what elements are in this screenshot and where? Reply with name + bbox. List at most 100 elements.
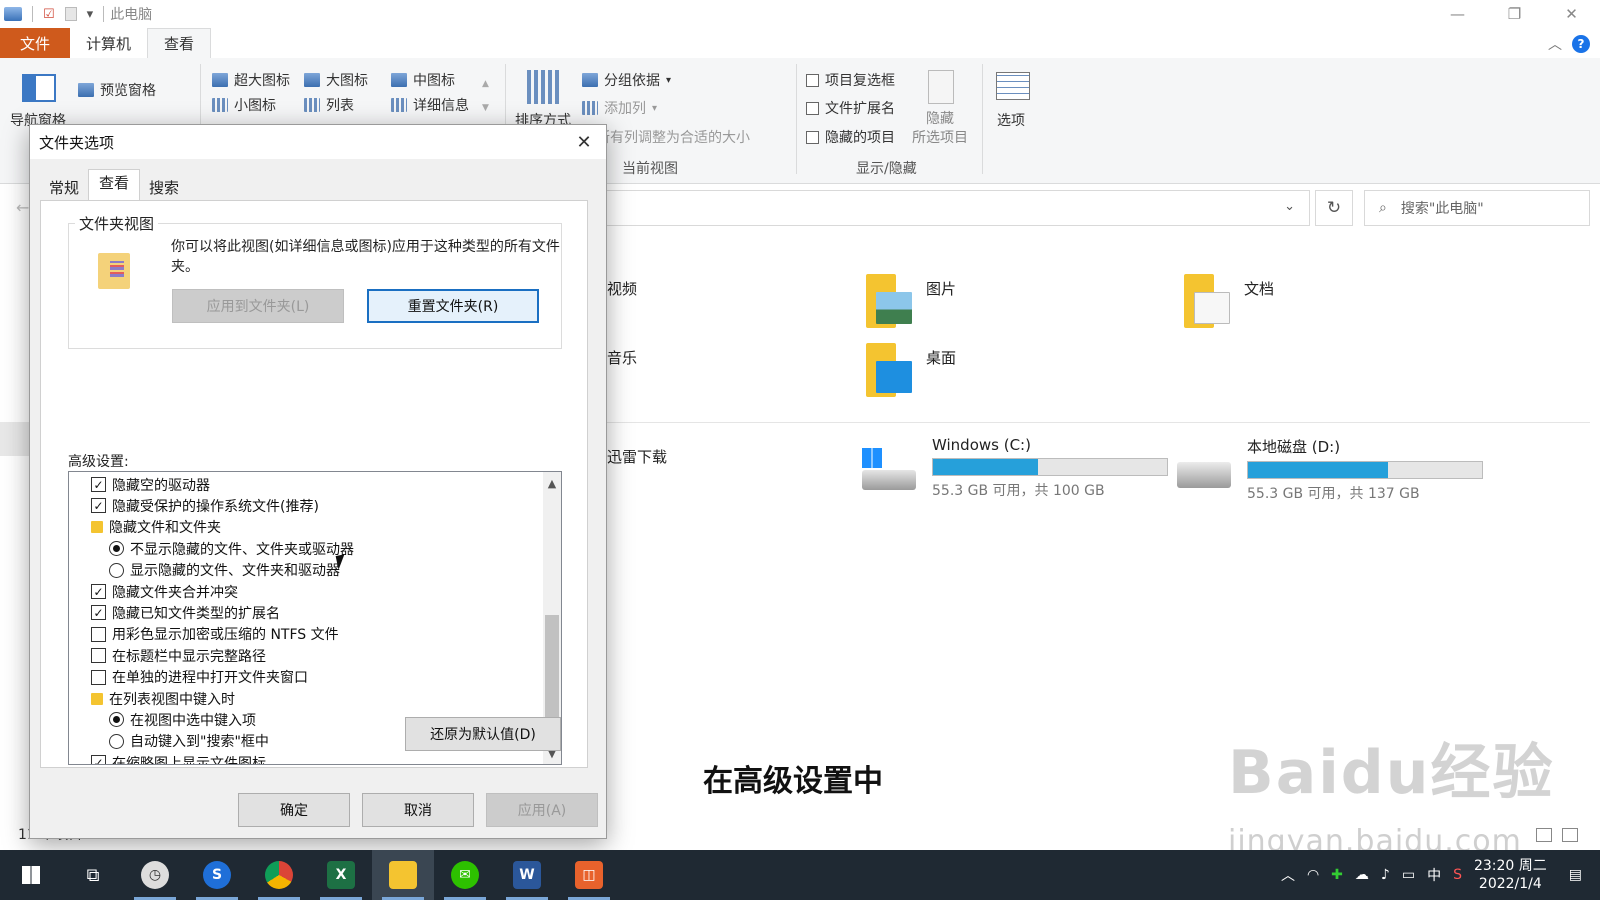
close-button[interactable]: ✕ <box>1543 0 1600 28</box>
drive-c[interactable]: Windows (C:) 55.3 GB 可用，共 100 GB <box>862 436 1168 500</box>
checkbox-checked-icon[interactable]: ✓ <box>91 477 106 492</box>
tab-general[interactable]: 常规 <box>40 172 88 203</box>
tab-search[interactable]: 搜索 <box>140 172 188 203</box>
sort-by-icon[interactable] <box>527 70 561 104</box>
folder-videos[interactable]: 视频 <box>607 278 637 299</box>
taskbar-app-clock[interactable]: ◷ <box>124 850 186 900</box>
options-button[interactable]: 选项 <box>997 110 1025 130</box>
new-folder-icon[interactable] <box>64 7 77 21</box>
network-icon[interactable]: ◠ <box>1307 867 1319 883</box>
hidden-items-toggle[interactable]: 隐藏的项目 <box>806 127 895 147</box>
action-center-icon[interactable]: ▤ <box>1569 867 1582 883</box>
back-icon[interactable]: ← <box>16 198 29 217</box>
layout-medium-icons[interactable]: 中图标 <box>391 70 455 90</box>
layout-scroll-icon[interactable]: ▲ ▼ <box>482 72 489 120</box>
taskbar-app-word[interactable]: W <box>496 850 558 900</box>
advanced-setting-row[interactable]: 用彩色显示加密或压缩的 NTFS 文件 <box>91 624 339 645</box>
radio-unselected-icon[interactable] <box>109 733 124 749</box>
hide-selected-icon[interactable] <box>928 70 954 104</box>
address-bar[interactable]: ⌄ <box>600 190 1310 226</box>
advanced-setting-row[interactable]: 在视图中选中键入项 <box>109 709 256 730</box>
taskbar-app-file-explorer[interactable] <box>372 850 434 900</box>
radio-unselected-icon[interactable] <box>109 562 124 578</box>
layout-list[interactable]: 列表 <box>304 95 354 115</box>
help-icon[interactable]: ? <box>1572 35 1590 53</box>
taskbar-app-photos[interactable]: ◫ <box>558 850 620 900</box>
advanced-setting-row[interactable]: ✓ 隐藏已知文件类型的扩展名 <box>91 602 280 623</box>
checkbox-unchecked-icon[interactable] <box>91 669 106 685</box>
layout-details[interactable]: 详细信息 <box>391 95 469 115</box>
advanced-setting-row[interactable]: ✓ 隐藏受保护的操作系统文件(推荐) <box>91 495 319 516</box>
advanced-setting-row[interactable]: ✓ 隐藏空的驱动器 <box>91 474 210 495</box>
taskbar-app-chrome[interactable] <box>248 850 310 900</box>
advanced-setting-row[interactable]: 在列表视图中键入时 <box>91 688 235 709</box>
add-columns-button[interactable]: 添加列 ▾ <box>582 98 657 118</box>
volume-icon[interactable]: ♪ <box>1381 867 1390 883</box>
advanced-setting-row[interactable]: ✓ 在缩略图上显示文件图标 <box>91 752 266 764</box>
preview-pane-button[interactable]: 预览窗格 <box>78 80 156 100</box>
computer-icon[interactable] <box>4 7 22 21</box>
task-view-button[interactable]: ⧉ <box>62 850 124 900</box>
radio-selected-icon[interactable] <box>109 712 124 728</box>
taskbar-app-wechat[interactable]: ✉ <box>434 850 496 900</box>
advanced-setting-row[interactable]: 显示隐藏的文件、文件夹和驱动器 <box>109 560 340 581</box>
tab-view[interactable]: 查看 <box>147 28 212 58</box>
advanced-setting-row[interactable]: 在标题栏中显示完整路径 <box>91 645 266 666</box>
advanced-setting-row[interactable]: 在单独的进程中打开文件夹窗口 <box>91 667 308 688</box>
clock[interactable]: 23:20 周二 2022/1/4 <box>1474 857 1547 893</box>
restore-button[interactable]: ❐ <box>1486 0 1543 28</box>
item-checkboxes-toggle[interactable]: 项目复选框 <box>806 70 895 90</box>
tray-app-icon[interactable]: ✚ <box>1331 867 1343 883</box>
ime-indicator[interactable]: 中 <box>1427 865 1441 885</box>
collapse-ribbon-icon[interactable]: ︿ <box>1548 34 1562 54</box>
sogou-tray-icon[interactable]: S <box>1453 867 1462 883</box>
checkbox-unchecked-icon[interactable] <box>91 648 106 664</box>
tab-view[interactable]: 查看 <box>88 169 141 203</box>
address-dropdown-icon[interactable]: ⌄ <box>1284 199 1295 214</box>
refresh-button[interactable]: ↻ <box>1315 190 1353 226</box>
options-icon[interactable] <box>996 72 1030 100</box>
folder-pictures[interactable]: 图片 <box>866 274 956 328</box>
checkbox-checked-icon[interactable]: ✓ <box>91 498 106 514</box>
dialog-close-button[interactable]: ✕ <box>570 129 598 155</box>
scrollbar-thumb[interactable] <box>545 615 559 721</box>
group-by-button[interactable]: 分组依据 ▾ <box>582 70 671 90</box>
customize-toolbar-icon[interactable]: ▾ <box>87 7 94 22</box>
radio-selected-icon[interactable] <box>109 541 124 557</box>
restore-defaults-button[interactable]: 还原为默认值(D) <box>405 717 561 751</box>
hide-selected-button[interactable]: 隐藏 所选项目 <box>912 110 968 148</box>
folder-xunlei-downloads[interactable]: 迅雷下载 <box>607 446 667 467</box>
advanced-setting-row[interactable]: ✓ 隐藏文件夹合并冲突 <box>91 581 238 602</box>
battery-icon[interactable]: ▭ <box>1402 867 1415 883</box>
apply-button[interactable]: 应用(A) <box>486 793 598 827</box>
layout-extra-large-icons[interactable]: 超大图标 <box>212 70 290 90</box>
checkbox-checked-icon[interactable]: ✓ <box>91 584 106 599</box>
checkbox-checked-icon[interactable]: ✓ <box>91 605 106 621</box>
tab-file[interactable]: 文件 <box>0 28 70 58</box>
apply-to-folders-button[interactable]: 应用到文件夹(L) <box>172 289 344 323</box>
tab-computer[interactable]: 计算机 <box>70 28 147 58</box>
size-all-columns-button[interactable]: 将所有列调整为合适的大小 <box>582 127 750 147</box>
layout-large-icons[interactable]: 大图标 <box>304 70 368 90</box>
drive-d[interactable]: 本地磁盘 (D:) 55.3 GB 可用，共 137 GB <box>1177 436 1483 503</box>
minimize-button[interactable]: — <box>1429 0 1486 28</box>
reset-folders-button[interactable]: 重置文件夹(R) <box>367 289 539 323</box>
cancel-button[interactable]: 取消 <box>362 793 474 827</box>
details-view-icon[interactable] <box>1536 828 1552 842</box>
folder-documents[interactable]: 文档 <box>1184 274 1274 328</box>
nav-pane-icon[interactable] <box>22 74 56 102</box>
start-button[interactable] <box>0 850 62 900</box>
taskbar-app-sogou[interactable]: S <box>186 850 248 900</box>
ok-button[interactable]: 确定 <box>238 793 350 827</box>
checkbox-checked-icon[interactable]: ✓ <box>91 755 106 764</box>
advanced-setting-row[interactable]: 隐藏文件和文件夹 <box>91 517 221 538</box>
file-extensions-toggle[interactable]: 文件扩展名 <box>806 98 895 118</box>
checkbox-unchecked-icon[interactable] <box>91 626 106 642</box>
show-hidden-icons-icon[interactable]: ︿ <box>1281 865 1295 885</box>
advanced-setting-row[interactable]: 不显示隐藏的文件、文件夹或驱动器 <box>109 538 354 559</box>
scroll-up-icon[interactable]: ▲ <box>543 474 561 492</box>
onedrive-icon[interactable]: ☁ <box>1355 867 1369 883</box>
properties-icon[interactable]: ☑ <box>43 7 55 22</box>
large-icons-view-icon[interactable] <box>1562 828 1578 842</box>
search-box[interactable]: ⌕ 搜索"此电脑" <box>1364 190 1590 226</box>
